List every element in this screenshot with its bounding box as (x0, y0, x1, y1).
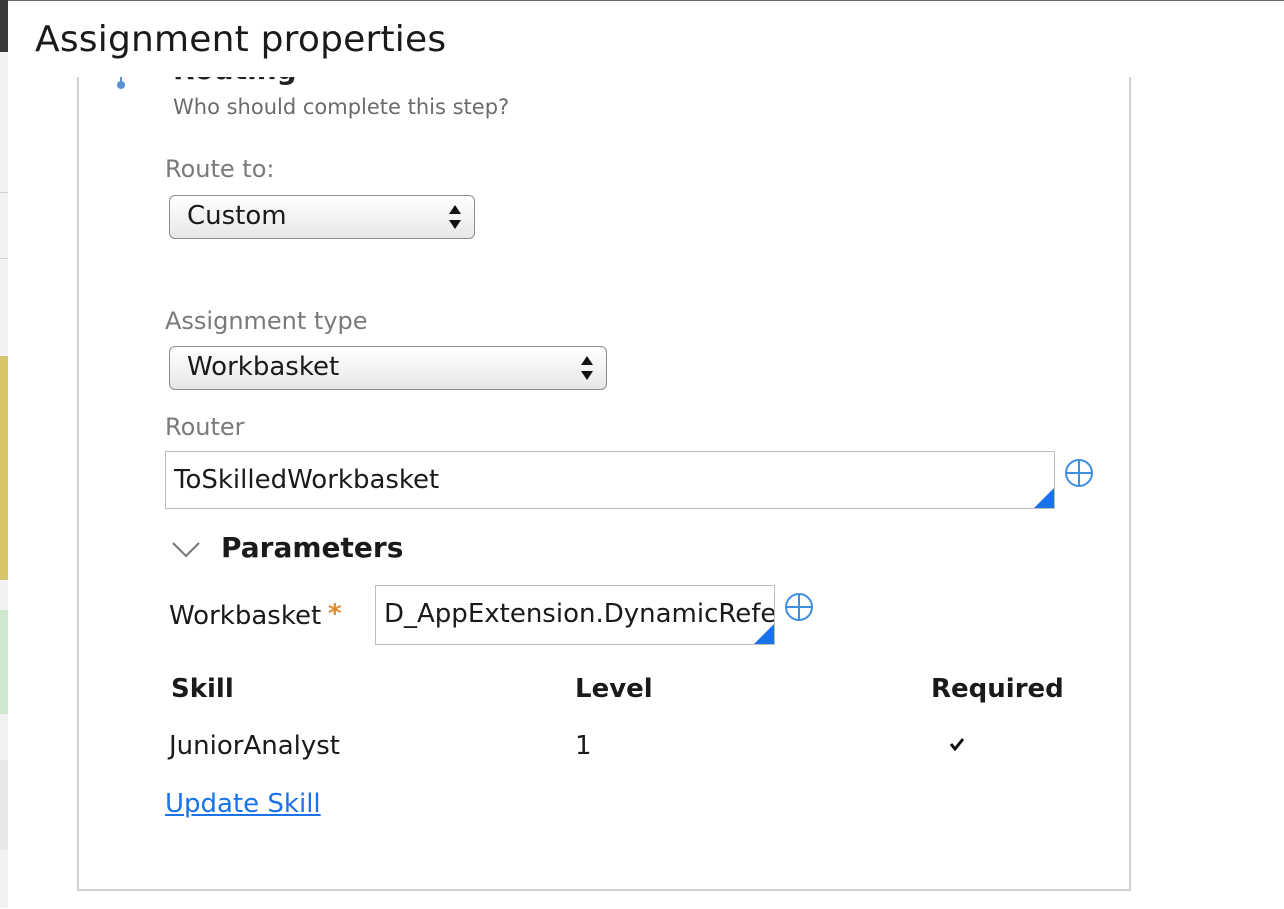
routing-panel[interactable]: Routing Who should complete this step? R… (77, 77, 1131, 891)
route-to-select[interactable]: Custom (169, 195, 475, 239)
update-skill-link[interactable]: Update Skill (165, 789, 321, 819)
workbasket-input[interactable]: D_AppExtension.DynamicReference (375, 585, 775, 645)
check-icon (949, 738, 965, 751)
background-block (0, 0, 8, 52)
chevron-down-icon[interactable] (171, 541, 201, 559)
skill-column-header: Skill (171, 674, 234, 704)
workbasket-value: D_AppExtension.DynamicReference (384, 599, 775, 629)
assignment-type-label: Assignment type (165, 307, 368, 335)
background-block (0, 610, 8, 714)
route-to-label: Route to: (165, 155, 275, 183)
level-cell: 1 (575, 731, 592, 761)
background-divider (0, 258, 8, 259)
workbasket-label: Workbasket (169, 601, 322, 631)
skill-cell: JuniorAnalyst (169, 731, 340, 761)
section-subtitle: Who should complete this step? (173, 95, 510, 119)
required-column-header: Required (931, 674, 1064, 704)
modal-title: Assignment properties (35, 19, 447, 60)
route-to-value: Custom (187, 201, 287, 231)
assignment-type-value: Workbasket (187, 352, 340, 382)
autocomplete-corner-indicator (1034, 488, 1054, 508)
updown-arrows-icon (449, 205, 461, 229)
required-marker: * (328, 599, 342, 629)
routing-icon (117, 77, 125, 89)
background-divider (0, 192, 8, 193)
background-block (0, 356, 8, 580)
parameters-heading[interactable]: Parameters (221, 531, 403, 564)
router-value: ToSkilledWorkbasket (174, 465, 440, 495)
crosshair-icon[interactable] (1063, 457, 1095, 489)
background-app-edge (0, 0, 8, 908)
assignment-properties-modal: Assignment properties Routing Who should… (8, 0, 1284, 909)
updown-arrows-icon (581, 356, 593, 380)
router-label: Router (165, 413, 245, 441)
section-heading: Routing (173, 77, 297, 86)
router-input[interactable]: ToSkilledWorkbasket (165, 451, 1055, 509)
crosshair-icon[interactable] (783, 591, 815, 623)
assignment-type-select[interactable]: Workbasket (169, 346, 607, 390)
autocomplete-corner-indicator (754, 624, 774, 644)
background-block (0, 760, 8, 850)
level-column-header: Level (575, 674, 653, 704)
